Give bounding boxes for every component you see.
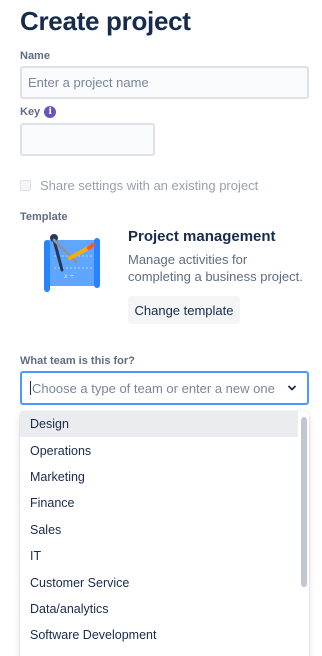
team-option[interactable]: Customer Service [20, 569, 298, 595]
share-settings-row[interactable]: Share settings with an existing project [20, 178, 258, 193]
dropdown-scrollbar[interactable] [301, 417, 307, 587]
team-option[interactable]: Marketing [20, 464, 298, 490]
name-placeholder: Enter a project name [28, 75, 149, 90]
template-description: Manage activities for completing a busin… [128, 252, 303, 284]
team-label: What team is this for? [20, 355, 135, 367]
team-option[interactable]: IT [20, 543, 298, 569]
change-template-button[interactable]: Change template [128, 296, 240, 324]
key-label: Key i [20, 106, 57, 118]
chevron-down-icon[interactable] [287, 383, 297, 393]
team-option[interactable]: Software Development [20, 622, 298, 648]
key-input[interactable] [20, 123, 155, 156]
team-option[interactable]: Data/analytics [20, 596, 298, 622]
name-input[interactable]: Enter a project name [20, 66, 309, 99]
team-option[interactable]: Operations [20, 437, 298, 463]
svg-text:x ÷: x ÷ [64, 273, 75, 280]
name-label: Name [20, 50, 50, 62]
info-icon[interactable]: i [44, 106, 57, 118]
compass-blueprint-illustration: x ÷ [44, 234, 100, 292]
text-caret [30, 381, 31, 395]
team-option[interactable]: Sales [20, 517, 298, 543]
key-label-text: Key [20, 106, 41, 118]
team-select[interactable]: Choose a type of team or enter a new one [20, 371, 309, 405]
page-title: Create project [20, 6, 191, 36]
team-placeholder: Choose a type of team or enter a new one [32, 380, 275, 396]
team-option[interactable]: Finance [20, 490, 298, 516]
team-dropdown: Design Operations Marketing Finance Sale… [20, 411, 309, 656]
share-settings-label: Share settings with an existing project [40, 178, 259, 193]
template-label: Template [20, 211, 68, 223]
share-settings-checkbox[interactable] [20, 180, 31, 191]
team-option[interactable]: Design [20, 411, 298, 438]
template-title: Project management [128, 228, 276, 245]
